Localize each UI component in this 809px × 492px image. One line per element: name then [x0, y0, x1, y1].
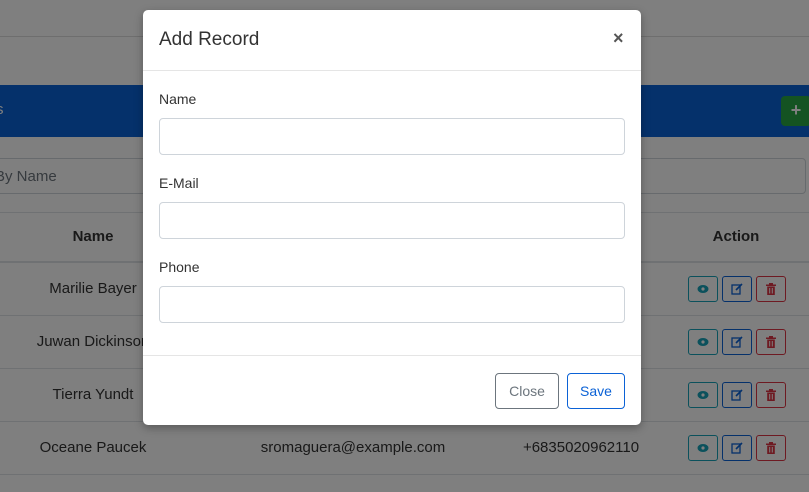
modal-title: Add Record — [159, 29, 260, 50]
save-button[interactable]: Save — [567, 373, 625, 409]
add-record-modal: Add Record × Name E-Mail Phone Close Sav… — [143, 10, 641, 425]
modal-header: Add Record × — [143, 10, 641, 71]
close-button[interactable]: Close — [495, 373, 559, 409]
email-label: E-Mail — [159, 175, 199, 191]
close-icon[interactable]: × — [613, 29, 624, 47]
name-field[interactable] — [159, 118, 625, 155]
phone-field[interactable] — [159, 286, 625, 323]
name-label: Name — [159, 91, 197, 107]
modal-footer: Close Save — [143, 355, 641, 426]
phone-label: Phone — [159, 259, 200, 275]
email-field[interactable] — [159, 202, 625, 239]
